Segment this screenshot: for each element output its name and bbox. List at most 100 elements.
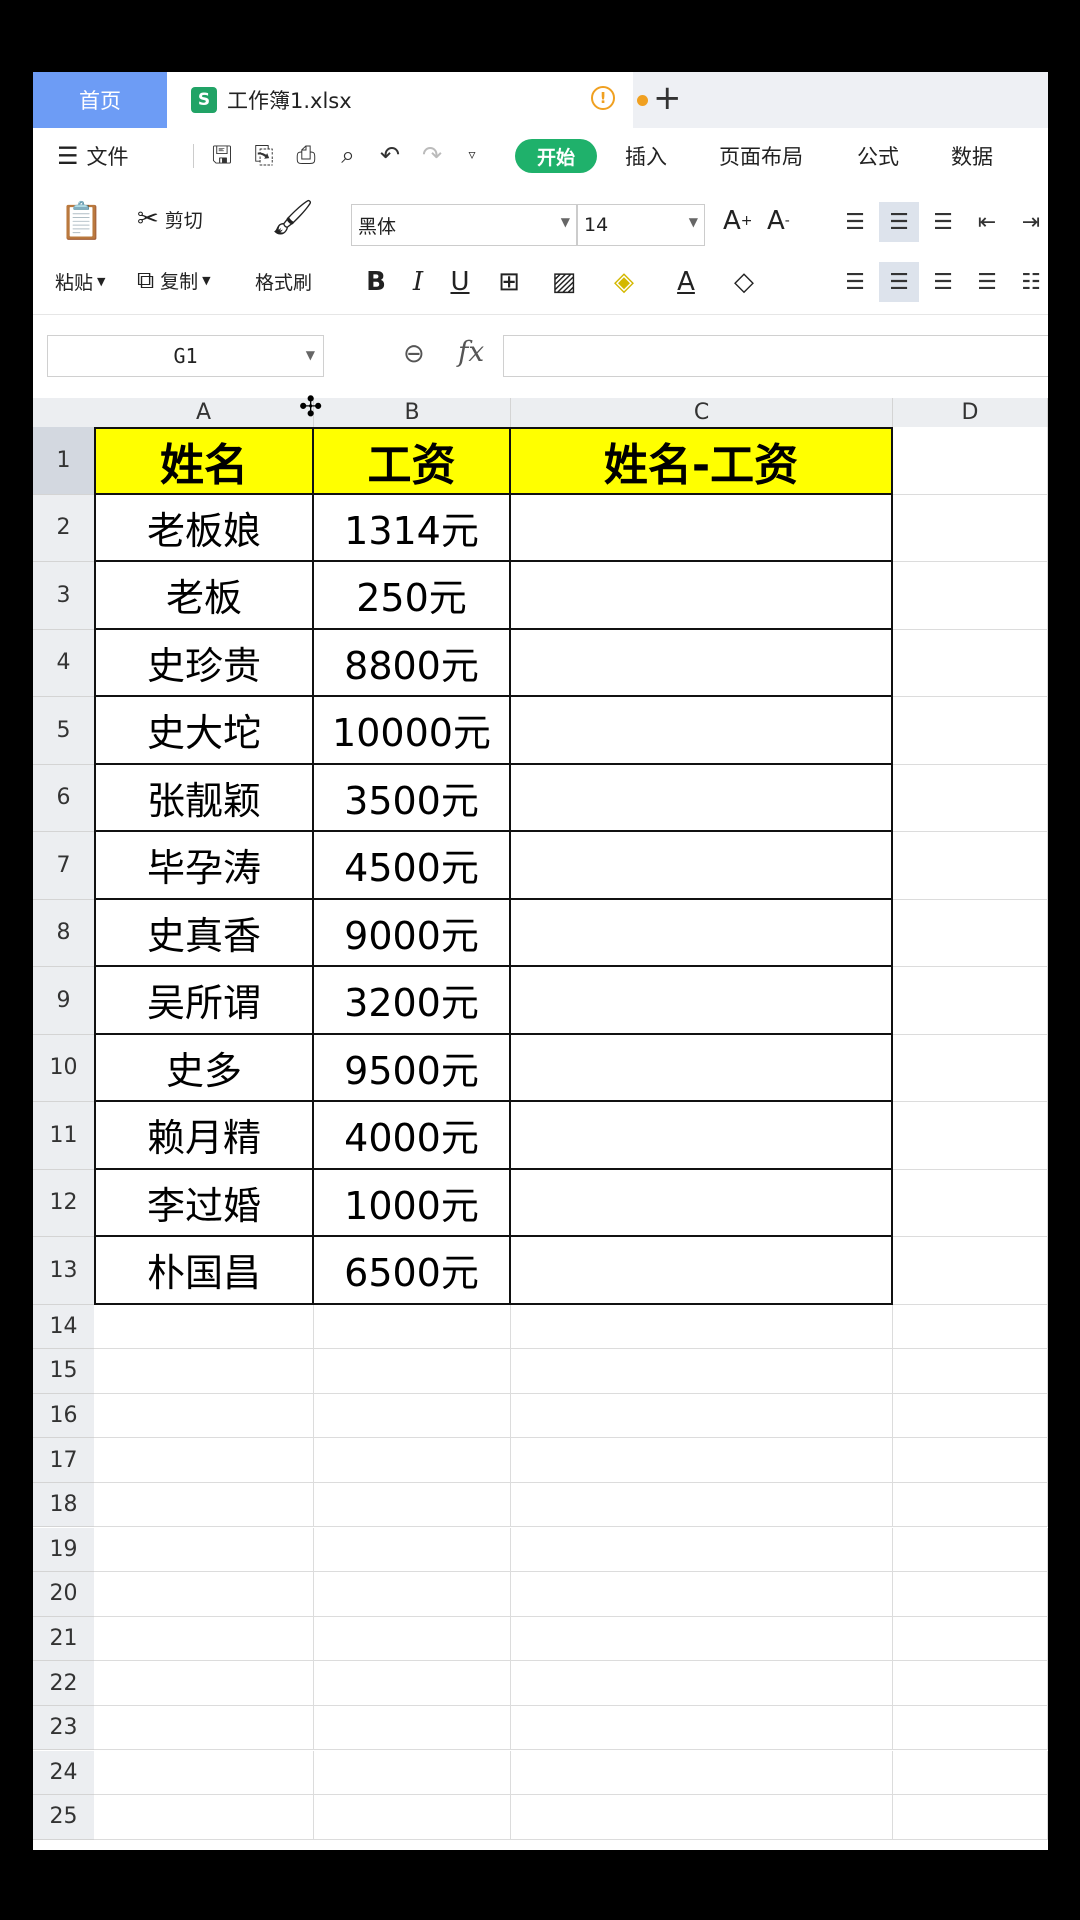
font-color-icon[interactable]: A [661, 262, 711, 302]
row-header[interactable]: 18 [33, 1482, 94, 1528]
fill-color-icon[interactable]: ◈ [599, 262, 649, 302]
cell[interactable] [314, 1304, 511, 1350]
align-top-icon[interactable]: ☰ [835, 202, 875, 242]
row-header[interactable]: 11 [33, 1102, 94, 1170]
row-header[interactable]: 25 [33, 1795, 94, 1840]
fill-pattern-icon[interactable]: ▨ [539, 262, 589, 302]
undo-icon[interactable]: ↶ [377, 142, 403, 168]
column-header[interactable]: B [314, 398, 511, 427]
table-cell[interactable] [511, 562, 893, 630]
cell[interactable] [511, 1705, 893, 1751]
row-header[interactable]: 12 [33, 1169, 94, 1237]
justify-icon[interactable]: ☰ [967, 262, 1007, 302]
row-header[interactable]: 20 [33, 1572, 94, 1617]
row-header[interactable]: 5 [33, 697, 94, 765]
file-menu[interactable]: ☰ 文件 [57, 128, 129, 184]
row-header[interactable]: 14 [33, 1304, 94, 1350]
cell[interactable] [893, 1482, 1048, 1528]
cut-button[interactable]: ✂ 剪切 [137, 204, 203, 234]
cell[interactable] [314, 1795, 511, 1840]
cell[interactable] [314, 1527, 511, 1573]
decrease-font-icon[interactable]: A- [767, 206, 790, 236]
tab-data[interactable]: 数据 [951, 128, 993, 184]
eraser-icon[interactable]: ◇ [719, 262, 769, 302]
cell[interactable] [893, 1572, 1048, 1617]
tab-home[interactable]: 首页 [33, 72, 167, 128]
cell[interactable] [893, 764, 1048, 832]
cell[interactable] [893, 899, 1048, 967]
header-cell[interactable]: 姓名 [94, 427, 314, 495]
table-cell[interactable]: 赖月精 [94, 1102, 314, 1170]
cell[interactable] [94, 1572, 314, 1617]
cell[interactable] [94, 1616, 314, 1662]
row-header[interactable]: 13 [33, 1237, 94, 1305]
header-cell[interactable]: 姓名-工资 [511, 427, 893, 495]
align-bottom-icon[interactable]: ☰ [923, 202, 963, 242]
cell[interactable] [893, 1349, 1048, 1394]
cell[interactable] [893, 697, 1048, 765]
table-cell[interactable] [511, 697, 893, 765]
cell[interactable] [314, 1750, 511, 1796]
cell[interactable] [314, 1572, 511, 1617]
cell[interactable] [314, 1661, 511, 1706]
table-cell[interactable]: 3200元 [314, 967, 511, 1035]
tab-insert[interactable]: 插入 [625, 128, 667, 184]
export-icon[interactable]: ⎘ [251, 142, 277, 168]
table-cell[interactable] [511, 1169, 893, 1237]
cell[interactable] [511, 1572, 893, 1617]
table-cell[interactable] [511, 1034, 893, 1102]
column-header[interactable]: D [893, 398, 1048, 427]
cell[interactable] [893, 629, 1048, 697]
warning-icon[interactable]: ! [591, 86, 615, 110]
table-cell[interactable]: 6500元 [314, 1237, 511, 1305]
column-header[interactable]: A [94, 398, 314, 427]
select-all-corner[interactable] [33, 398, 94, 427]
redo-icon[interactable]: ↷ [419, 142, 445, 168]
align-left-icon[interactable]: ☰ [835, 262, 875, 302]
cell[interactable] [94, 1705, 314, 1751]
row-header[interactable]: 2 [33, 494, 94, 562]
italic-icon[interactable]: I [401, 262, 435, 302]
cell[interactable] [511, 1304, 893, 1350]
cell[interactable] [893, 1527, 1048, 1573]
table-cell[interactable] [511, 494, 893, 562]
cell[interactable] [893, 1705, 1048, 1751]
cell[interactable] [94, 1393, 314, 1439]
table-cell[interactable]: 史多 [94, 1034, 314, 1102]
cell[interactable] [893, 494, 1048, 562]
row-header[interactable]: 22 [33, 1661, 94, 1706]
copy-button[interactable]: ⧉ 复制 ▼ [137, 266, 211, 294]
cell[interactable] [893, 1750, 1048, 1796]
cell[interactable] [893, 1304, 1048, 1350]
row-header[interactable]: 1 [33, 427, 94, 495]
tab-document[interactable]: S 工作簿1.xlsx ! [167, 72, 648, 128]
table-cell[interactable]: 9500元 [314, 1034, 511, 1102]
row-header[interactable]: 3 [33, 562, 94, 630]
worksheet-grid[interactable]: A B C D 1 姓名 工资 姓名-工资 2 老板娘 1314元 3 老板 250元 4 史珍贵 8800元 5… [33, 398, 1048, 1850]
formula-input[interactable] [503, 335, 1048, 377]
table-cell[interactable]: 1314元 [314, 494, 511, 562]
underline-icon[interactable]: U [443, 262, 477, 302]
table-cell[interactable] [511, 967, 893, 1035]
indent-decrease-icon[interactable]: ⇤ [967, 202, 1007, 242]
cell[interactable] [893, 832, 1048, 900]
cell[interactable] [893, 1661, 1048, 1706]
cell[interactable] [94, 1795, 314, 1840]
cell[interactable] [314, 1438, 511, 1483]
cell[interactable] [893, 1102, 1048, 1170]
table-cell[interactable]: 250元 [314, 562, 511, 630]
save-icon[interactable]: 🖫 [209, 142, 235, 168]
cell[interactable] [314, 1349, 511, 1394]
row-header[interactable]: 10 [33, 1034, 94, 1102]
cell[interactable] [94, 1438, 314, 1483]
tab-start[interactable]: 开始 [515, 139, 597, 173]
table-cell[interactable] [511, 1102, 893, 1170]
align-right-icon[interactable]: ☰ [923, 262, 963, 302]
table-cell[interactable]: 史珍贵 [94, 629, 314, 697]
cell[interactable] [893, 1393, 1048, 1439]
cell[interactable] [94, 1304, 314, 1350]
table-cell[interactable]: 老板娘 [94, 494, 314, 562]
cell[interactable] [893, 1034, 1048, 1102]
cell[interactable] [94, 1482, 314, 1528]
table-cell[interactable] [511, 629, 893, 697]
